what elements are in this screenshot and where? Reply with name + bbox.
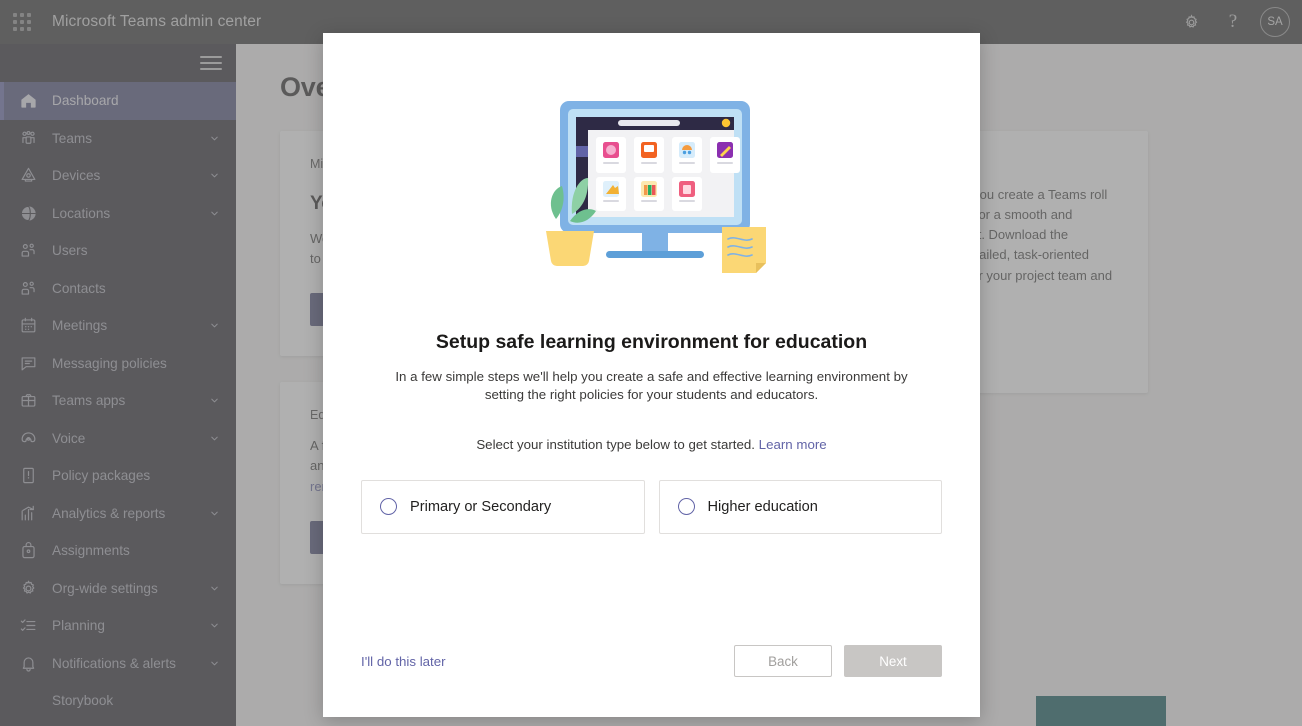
do-this-later-link[interactable]: I'll do this later [361,654,446,669]
learn-more-link[interactable]: Learn more [759,437,827,452]
institution-type-options: Primary or Secondary Higher education [361,479,942,534]
back-button[interactable]: Back [734,645,832,677]
dialog-body: Setup safe learning environment for educ… [323,33,980,645]
next-button[interactable]: Next [844,645,942,677]
institution-option-primary-or-secondary[interactable]: Primary or Secondary [361,479,645,534]
education-monitor-illustration [361,33,942,281]
dialog-footer-buttons: Back Next [734,645,942,677]
education-setup-dialog: Setup safe learning environment for educ… [323,33,980,717]
option-label: Primary or Secondary [410,498,552,515]
dialog-select-prompt: Select your institution type below to ge… [361,437,942,452]
radio-button[interactable] [380,498,397,516]
dialog-subtitle: In a few simple steps we'll help you cre… [395,369,908,403]
select-prompt-text: Select your institution type below to ge… [476,436,755,452]
dialog-footer: I'll do this later Back Next [323,645,980,717]
dialog-title: Setup safe learning environment for educ… [435,331,868,353]
admin-center-app: Microsoft Teams admin center ? SA Dashbo… [0,0,1302,726]
radio-button[interactable] [677,498,695,516]
institution-option-higher-education[interactable]: Higher education [658,479,942,534]
option-label: Higher education [707,498,818,515]
